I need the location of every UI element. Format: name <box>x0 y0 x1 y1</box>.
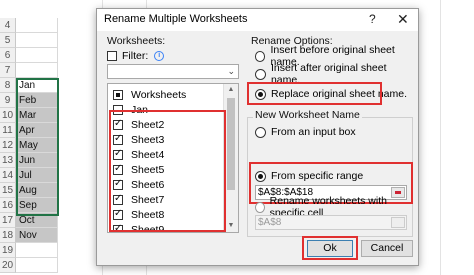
row-header[interactable]: 7 <box>0 63 16 78</box>
selected-range-outline <box>16 78 59 216</box>
cell[interactable] <box>16 63 58 78</box>
option-from-input[interactable]: From an input box <box>255 125 356 139</box>
cell[interactable] <box>16 18 58 33</box>
help-icon[interactable]: ? <box>369 12 376 26</box>
option-from-input-label: From an input box <box>271 126 356 138</box>
dialog-title: Rename Multiple Worksheets <box>104 13 248 25</box>
list-header-row[interactable]: Worksheets <box>108 87 223 102</box>
row-header[interactable]: 13 <box>0 153 16 168</box>
cell-input[interactable]: $A$8 <box>255 215 407 230</box>
replace-highlight-box <box>247 82 382 105</box>
option-insert-after[interactable]: Insert after original sheet name. <box>255 62 418 86</box>
select-all-checkbox[interactable] <box>113 89 123 100</box>
radio-insert-before[interactable] <box>255 50 266 62</box>
radio-from-input[interactable] <box>255 126 266 138</box>
scroll-thumb[interactable] <box>227 98 235 190</box>
cell[interactable] <box>16 48 58 63</box>
row-header[interactable]: 8 <box>0 78 16 93</box>
row-header[interactable]: 4 <box>0 18 16 33</box>
radio-rename-cell[interactable] <box>255 201 265 213</box>
row-header[interactable]: 11 <box>0 123 16 138</box>
info-icon[interactable]: i <box>154 51 165 61</box>
row-header[interactable]: 20 <box>0 258 16 273</box>
row-header[interactable]: 15 <box>0 183 16 198</box>
cell[interactable] <box>16 33 58 48</box>
cell-picker-icon[interactable] <box>391 217 405 228</box>
worksheets-label: Worksheets: <box>107 35 166 47</box>
rename-multiple-worksheets-dialog: Rename Multiple Worksheets ? ✕ Worksheet… <box>96 8 419 266</box>
option-rename-cell[interactable]: Rename worksheets with specific cell <box>255 195 418 219</box>
filter-checkbox[interactable] <box>107 51 117 61</box>
list-header-label: Worksheets <box>131 88 187 101</box>
dialog-titlebar: Rename Multiple Worksheets ? ✕ <box>97 9 418 31</box>
row-header[interactable]: 18 <box>0 228 16 243</box>
row-header[interactable]: 14 <box>0 168 16 183</box>
cell[interactable] <box>16 243 58 258</box>
cell-value: $A$8 <box>258 217 282 228</box>
filter-row: Filter: i <box>107 49 165 63</box>
ok-highlight-box <box>302 236 358 260</box>
cancel-button[interactable]: Cancel <box>361 240 413 257</box>
filter-label: Filter: <box>122 50 149 62</box>
filter-dropdown[interactable]: ⌄ <box>107 64 239 79</box>
row-header[interactable]: 12 <box>0 138 16 153</box>
row-header[interactable]: 10 <box>0 108 16 123</box>
row-header[interactable]: 9 <box>0 93 16 108</box>
chevron-down-icon: ⌄ <box>227 66 235 76</box>
radio-insert-after[interactable] <box>255 68 266 80</box>
row-header[interactable]: 19 <box>0 243 16 258</box>
row-header[interactable]: 6 <box>0 48 16 63</box>
sheets-highlight-box <box>109 110 226 232</box>
cell[interactable]: Nov <box>16 228 58 243</box>
option-insert-before[interactable]: Insert before original sheet name. <box>255 44 418 68</box>
cell[interactable] <box>16 258 58 273</box>
row-header[interactable]: 5 <box>0 33 16 48</box>
row-header[interactable]: 17 <box>0 213 16 228</box>
scroll-down-icon[interactable]: ▼ <box>224 220 238 232</box>
new-name-label: New Worksheet Name <box>253 109 362 121</box>
close-icon[interactable]: ✕ <box>397 11 409 28</box>
scroll-up-icon[interactable]: ▲ <box>224 84 238 96</box>
gridline <box>440 0 441 275</box>
row-header[interactable]: 16 <box>0 198 16 213</box>
